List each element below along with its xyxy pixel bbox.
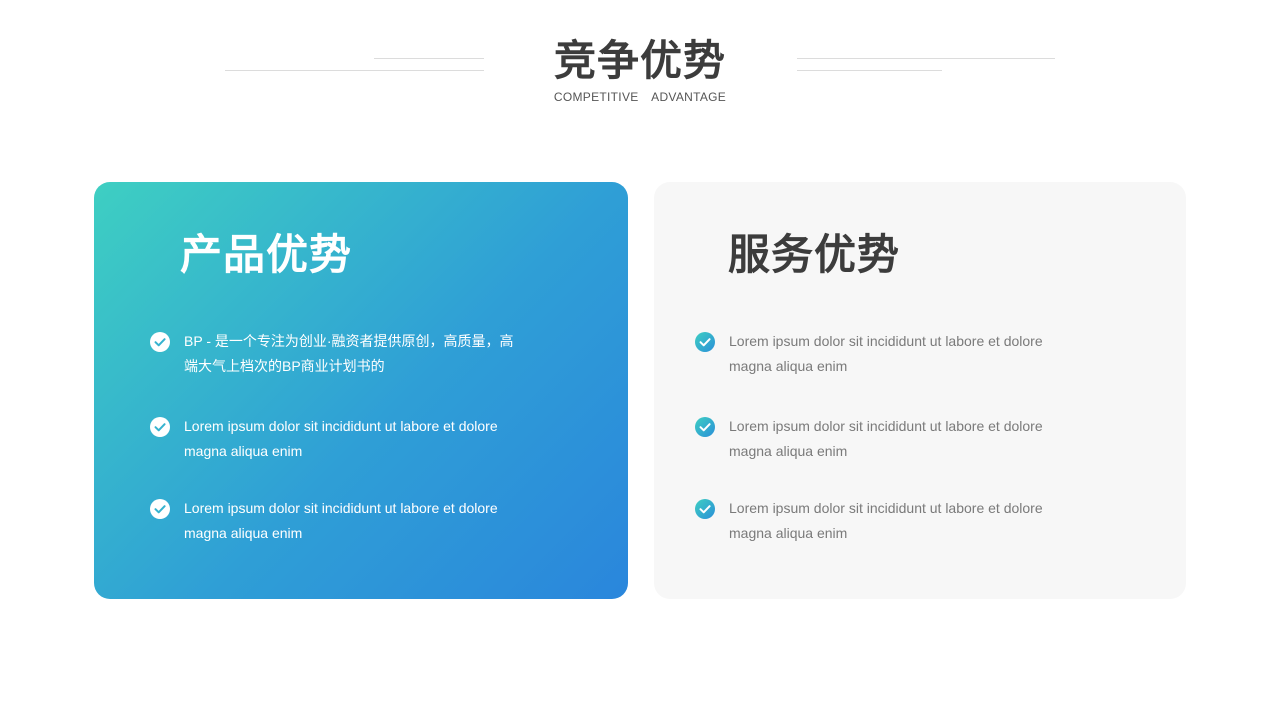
list-item-text: BP - 是一个专注为创业·融资者提供原创，高质量，高端大气上档次的BP商业计划…	[184, 333, 514, 374]
service-advantage-card: 服务优势 Lorem ipsum dolor sit incididunt ut…	[654, 182, 1186, 599]
check-circle-icon	[695, 332, 715, 352]
list-item-text: Lorem ipsum dolor sit incididunt ut labo…	[729, 333, 1043, 374]
check-circle-icon	[695, 499, 715, 519]
list-item-text: Lorem ipsum dolor sit incididunt ut labo…	[184, 500, 498, 541]
check-circle-icon	[150, 332, 170, 352]
list-item-text: Lorem ipsum dolor sit incididunt ut labo…	[729, 500, 1043, 541]
page-subtitle: COMPETITIVE ADVANTAGE	[553, 90, 727, 104]
list-item-text: Lorem ipsum dolor sit incididunt ut labo…	[184, 418, 498, 459]
check-circle-icon	[695, 417, 715, 437]
list-item-text: Lorem ipsum dolor sit incididunt ut labo…	[729, 418, 1043, 459]
card-title: 产品优势	[180, 231, 353, 278]
slide: 竞争优势 COMPETITIVE ADVANTAGE 产品优势 BP - 是一个…	[0, 0, 1280, 720]
check-circle-icon	[150, 499, 170, 519]
card-title: 服务优势	[728, 231, 901, 278]
page-title: 竞争优势	[553, 37, 726, 84]
check-circle-icon	[150, 417, 170, 437]
product-advantage-card: 产品优势 BP - 是一个专注为创业·融资者提供原创，高质量，高端大气上档次的B…	[94, 182, 628, 599]
